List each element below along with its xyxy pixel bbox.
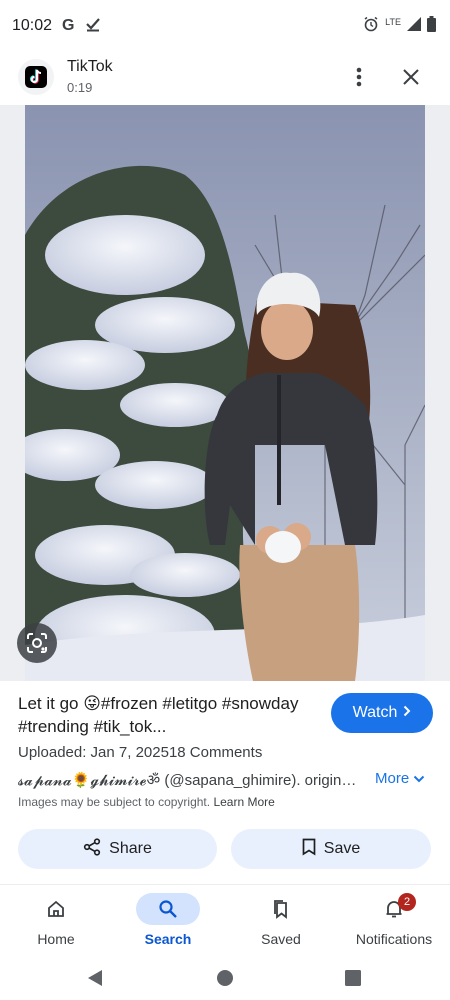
preview-image[interactable]	[25, 105, 425, 681]
status-time: 10:02	[12, 17, 53, 34]
watch-label: Watch	[352, 704, 398, 721]
search-icon	[136, 893, 200, 925]
home-circle-icon[interactable]	[212, 965, 238, 991]
chevron-down-icon	[413, 770, 425, 787]
more-vert-icon[interactable]	[346, 64, 372, 90]
close-icon[interactable]	[398, 64, 424, 90]
image-preview-area	[0, 105, 450, 681]
battery-icon	[427, 15, 436, 37]
status-bar: 10:02 G LTE	[0, 0, 450, 52]
google-icon: G	[62, 17, 75, 34]
notification-badge: 2	[398, 893, 416, 911]
recents-icon[interactable]	[340, 965, 366, 991]
more-button[interactable]: More	[375, 770, 425, 787]
result-caption[interactable]: Let it go 😜#frozen #letitgo #snowday #tr…	[18, 692, 318, 738]
copyright-text: Images may be subject to copyright.	[18, 795, 211, 809]
nav-home-label: Home	[37, 931, 75, 947]
network-type: LTE	[385, 17, 401, 27]
save-button[interactable]: Save	[231, 829, 431, 869]
bottom-navigation: Home Search Saved 2 Notifications	[0, 884, 450, 956]
learn-more-link[interactable]: Learn More	[213, 795, 274, 809]
saved-icon	[249, 893, 313, 925]
back-icon[interactable]	[82, 965, 108, 991]
share-button[interactable]: Share	[18, 829, 217, 869]
upload-info: Uploaded: Jan 7, 202518 Comments	[18, 744, 263, 761]
nav-notifications-label: Notifications	[355, 931, 433, 947]
nav-home[interactable]: Home	[0, 885, 112, 957]
bookmark-icon	[302, 838, 316, 861]
share-icon	[83, 837, 101, 861]
nav-saved-label: Saved	[261, 931, 301, 947]
source-author: 𝓼𝓪𝓹𝓪𝓷𝓪🌻𝓰𝓱𝓲𝓶𝓲𝓻𝓮ॐ (@sapana_ghimire). origi…	[18, 772, 363, 789]
nav-search-label: Search	[144, 931, 192, 947]
system-navigation-bar	[0, 956, 450, 1000]
download-done-icon	[85, 16, 101, 37]
tiktok-logo-icon[interactable]	[18, 59, 54, 95]
result-header: TikTok 0:19	[0, 52, 450, 104]
bell-icon: 2	[362, 893, 426, 925]
lens-icon[interactable]	[17, 623, 57, 663]
home-icon	[24, 893, 88, 925]
more-label: More	[375, 770, 410, 787]
chevron-right-icon	[403, 704, 411, 722]
share-label: Share	[109, 840, 152, 857]
nav-saved[interactable]: Saved	[225, 885, 337, 957]
signal-icon	[407, 16, 421, 36]
nav-notifications[interactable]: 2 Notifications	[338, 885, 450, 957]
source-title[interactable]: TikTok	[67, 58, 113, 76]
copyright-notice: Images may be subject to copyright. Lear…	[18, 795, 275, 809]
video-duration: 0:19	[67, 80, 93, 95]
alarm-icon	[363, 16, 379, 37]
nav-search[interactable]: Search	[112, 885, 224, 957]
watch-button[interactable]: Watch	[331, 693, 433, 733]
save-label: Save	[323, 840, 361, 857]
